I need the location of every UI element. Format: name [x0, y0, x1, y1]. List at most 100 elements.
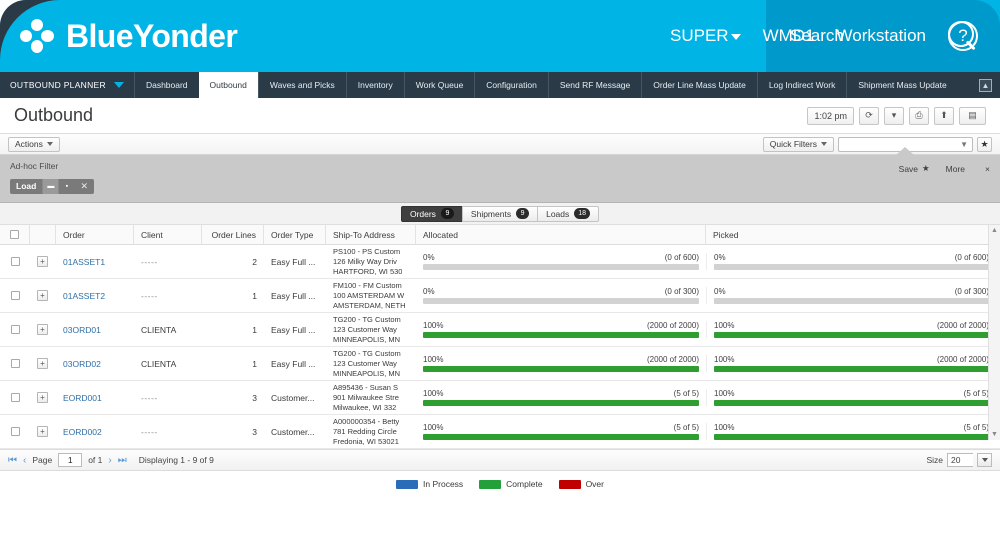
chevron-down-icon: [731, 34, 741, 40]
progress-percent: 100%: [423, 355, 443, 364]
tab-dashboard[interactable]: Dashboard: [134, 72, 199, 98]
funnel-icon[interactable]: ▼: [960, 140, 968, 149]
top-nav-item-wmd1[interactable]: WMD1: [763, 26, 815, 46]
expand-row-icon[interactable]: +: [37, 324, 48, 335]
print-icon[interactable]: ⎙: [909, 107, 929, 125]
column-header-client[interactable]: Client: [134, 225, 202, 245]
expand-row-icon[interactable]: +: [37, 392, 48, 403]
row-checkbox[interactable]: [11, 427, 20, 436]
expand-row-icon[interactable]: +: [37, 358, 48, 369]
tab-shipment-mass-update[interactable]: Shipment Mass Update: [846, 72, 957, 98]
top-nav-item-workstation[interactable]: Workstation: [837, 26, 926, 46]
progress-track: [423, 366, 699, 372]
progress-detail: (2000 of 2000): [937, 355, 989, 364]
row-checkbox[interactable]: [11, 359, 20, 368]
adhoc-chip-operator-dropdown[interactable]: ▬: [42, 179, 58, 194]
order-link[interactable]: EORD002: [63, 427, 102, 437]
module-title-dropdown[interactable]: OUTBOUND PLANNER: [0, 72, 134, 98]
row-checkbox[interactable]: [11, 325, 20, 334]
close-filter-icon[interactable]: ×: [985, 164, 990, 174]
brand-logo[interactable]: BlueYonder: [20, 18, 237, 55]
table-row[interactable]: +01ASSET2-----1Easy Full ...FM100 - FM C…: [0, 279, 1000, 313]
expand-row-icon[interactable]: +: [37, 256, 48, 267]
column-header-allocated[interactable]: Allocated: [416, 225, 706, 245]
adhoc-filter-chip-load[interactable]: Load ▬ ▪ ✕: [10, 179, 94, 194]
row-select-cell: [0, 359, 30, 368]
column-header-picked[interactable]: Picked: [706, 225, 996, 245]
tab-inventory[interactable]: Inventory: [346, 72, 404, 98]
last-page-icon[interactable]: ⏭: [118, 455, 127, 466]
order-link[interactable]: 01ASSET2: [63, 291, 105, 301]
caret-down-icon[interactable]: ▾: [884, 107, 904, 125]
chevron-down-icon: [47, 142, 53, 146]
refresh-icon[interactable]: ⟳: [859, 107, 879, 125]
cell-order-type: Customer...: [264, 393, 326, 403]
entity-tab-orders[interactable]: Orders 9: [401, 206, 462, 222]
tab-configuration[interactable]: Configuration: [474, 72, 548, 98]
tab-outbound[interactable]: Outbound: [199, 72, 258, 98]
select-all-checkbox[interactable]: [10, 230, 19, 239]
table-row[interactable]: +EORD001-----3Customer...A895436 - Susan…: [0, 381, 1000, 415]
first-page-icon[interactable]: ⏮: [8, 455, 17, 466]
table-row[interactable]: +03ORD02CLIENTA1Easy Full ...TG200 - TG …: [0, 347, 1000, 381]
help-icon[interactable]: ?: [948, 21, 978, 51]
column-header-order-type[interactable]: Order Type: [264, 225, 326, 245]
collapse-icon[interactable]: ▲: [979, 79, 992, 92]
order-link[interactable]: 03ORD02: [63, 359, 101, 369]
allocated-progress-cell: 0%(0 of 300): [416, 287, 706, 304]
column-header-order[interactable]: Order: [56, 225, 134, 245]
chevron-down-icon: [114, 82, 124, 88]
tab-work-queue[interactable]: Work Queue: [404, 72, 475, 98]
next-page-icon[interactable]: ›: [108, 455, 111, 466]
adhoc-chip-remove-icon[interactable]: ✕: [74, 179, 94, 194]
allocated-progress-labels: 100% (2000 of 2000): [423, 355, 699, 364]
save-filter-button[interactable]: Save ★: [899, 163, 930, 174]
table-row[interactable]: +03ORD01CLIENTA1Easy Full ...TG200 - TG …: [0, 313, 1000, 347]
scroll-down-icon[interactable]: ▼: [991, 431, 998, 438]
tab-send-rf-message[interactable]: Send RF Message: [548, 72, 641, 98]
layout-icon[interactable]: ▤: [959, 107, 986, 125]
table-row[interactable]: +EORD002-----3Customer...A000000354 - Be…: [0, 415, 1000, 449]
top-nav-item-super[interactable]: SUPER: [670, 26, 741, 46]
page-number-input[interactable]: 1: [58, 453, 82, 467]
quick-filters-label: Quick Filters: [770, 139, 817, 149]
column-header-order-lines[interactable]: Order Lines: [202, 225, 264, 245]
cell-order-type: Easy Full ...: [264, 257, 326, 267]
row-checkbox[interactable]: [11, 393, 20, 402]
expand-row-icon[interactable]: +: [37, 290, 48, 301]
entity-tab-shipments[interactable]: Shipments 9: [462, 206, 537, 222]
column-header-ship-to[interactable]: Ship-To Address: [326, 225, 416, 245]
quick-filters-button[interactable]: Quick Filters: [763, 137, 834, 152]
scroll-up-icon[interactable]: ▲: [991, 227, 998, 234]
page-size-input[interactable]: 20: [947, 453, 973, 467]
order-link[interactable]: 03ORD01: [63, 325, 101, 335]
tab-log-indirect-work[interactable]: Log Indirect Work: [757, 72, 846, 98]
row-checkbox[interactable]: [11, 291, 20, 300]
more-filter-button[interactable]: More: [946, 164, 969, 174]
progress-detail: (0 of 600): [955, 253, 989, 262]
page-size-dropdown-icon[interactable]: [977, 453, 992, 467]
order-link[interactable]: EORD001: [63, 393, 102, 403]
actions-button[interactable]: Actions: [8, 137, 60, 152]
row-checkbox[interactable]: [11, 257, 20, 266]
progress-percent: 100%: [423, 321, 443, 330]
adhoc-chip-value-dropdown[interactable]: ▪: [58, 179, 74, 194]
entity-tab-shipments-label: Shipments: [471, 209, 511, 219]
actions-label: Actions: [15, 139, 43, 149]
prev-page-icon[interactable]: ‹: [23, 455, 26, 466]
table-row[interactable]: +01ASSET1-----2Easy Full ...PS100 - PS C…: [0, 245, 1000, 279]
legend-item-in-process: In Process: [396, 479, 463, 489]
order-link[interactable]: 01ASSET1: [63, 257, 105, 267]
export-icon[interactable]: ⬆: [934, 107, 954, 125]
allocated-progress-labels: 100%(2000 of 2000): [423, 321, 699, 330]
clock-display[interactable]: 1:02 pm: [807, 107, 854, 125]
progress-detail: (5 of 5): [674, 389, 699, 398]
tab-waves-and-picks[interactable]: Waves and Picks: [258, 72, 346, 98]
tab-order-line-mass-update[interactable]: Order Line Mass Update: [641, 72, 757, 98]
progress-percent: 0%: [714, 253, 726, 262]
favorite-star-icon[interactable]: ★: [977, 137, 992, 152]
progress-detail: (2000 of 2000): [647, 355, 699, 364]
entity-tab-loads[interactable]: Loads 18: [537, 206, 599, 222]
expand-row-icon[interactable]: +: [37, 426, 48, 437]
table-vertical-scrollbar[interactable]: ▲ ▼: [988, 225, 1000, 440]
